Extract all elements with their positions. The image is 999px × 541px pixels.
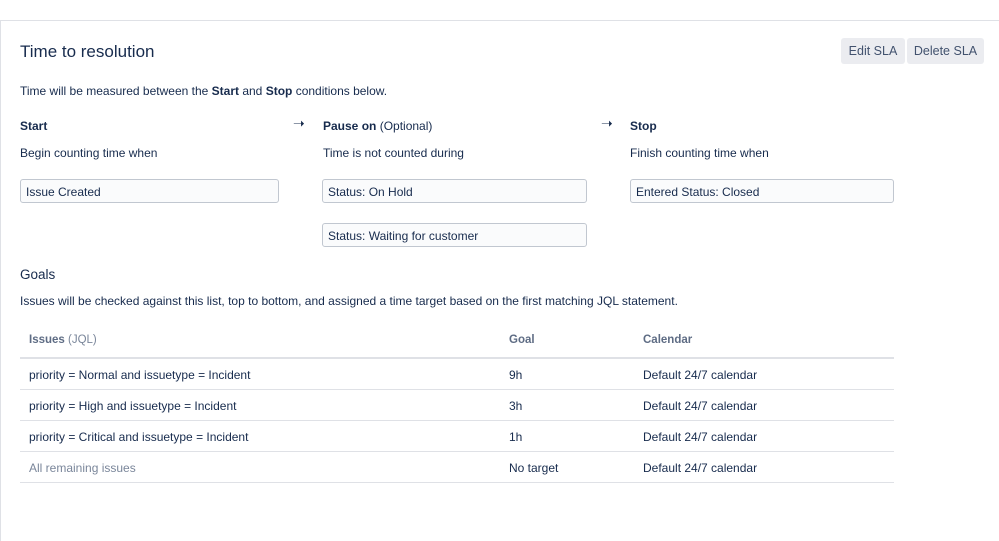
table-row: priority = High and issuetype = Incident… [20,390,894,421]
jql-cell: priority = Critical and issuetype = Inci… [29,430,249,444]
jql-cell: priority = High and issuetype = Incident [29,399,237,413]
table-header: Issues (JQL) Goal Calendar [20,328,894,359]
arrow-right-icon: ➝ [601,115,613,131]
goals-heading: Goals [20,267,56,282]
table-row: priority = Normal and issuetype = Incide… [20,359,894,390]
goal-cell: 9h [509,368,523,382]
jql-cell: All remaining issues [29,461,136,475]
pause-condition[interactable]: Status: On Hold [322,179,587,203]
calendar-cell: Default 24/7 calendar [643,368,758,382]
start-heading: Start [20,119,48,133]
calendar-cell: Default 24/7 calendar [643,399,758,413]
calendar-cell: Default 24/7 calendar [643,430,758,444]
goals-table: Issues (JQL) Goal Calendar priority = No… [20,328,894,483]
calendar-cell: Default 24/7 calendar [643,461,758,475]
start-subtitle: Begin counting time when [20,146,158,160]
sla-title: Time to resolution [20,42,155,61]
pause-condition[interactable]: Status: Waiting for customer [322,223,587,247]
issues-column-header: Issues (JQL) [29,334,97,346]
goal-cell: 3h [509,399,523,413]
goal-column-header: Goal [509,334,535,346]
stop-condition[interactable]: Entered Status: Closed [630,179,894,203]
stop-subtitle: Finish counting time when [630,146,769,160]
pause-subtitle: Time is not counted during [323,146,464,160]
top-divider [0,20,999,21]
edit-sla-button[interactable]: Edit SLA [841,38,905,64]
arrow-right-icon: ➝ [293,115,305,131]
delete-sla-button[interactable]: Delete SLA [907,38,984,64]
table-row: All remaining issues No target Default 2… [20,452,894,483]
table-row: priority = Critical and issuetype = Inci… [20,421,894,452]
goals-description: Issues will be checked against this list… [20,294,678,308]
jql-cell: priority = Normal and issuetype = Incide… [29,368,251,382]
pause-heading: Pause on (Optional) [323,119,433,133]
left-divider [0,20,1,541]
calendar-column-header: Calendar [643,334,693,346]
measurement-description: Time will be measured between the Start … [20,84,388,98]
start-condition[interactable]: Issue Created [20,179,279,203]
stop-heading: Stop [630,119,657,133]
goal-cell: No target [509,461,559,475]
goal-cell: 1h [509,430,523,444]
